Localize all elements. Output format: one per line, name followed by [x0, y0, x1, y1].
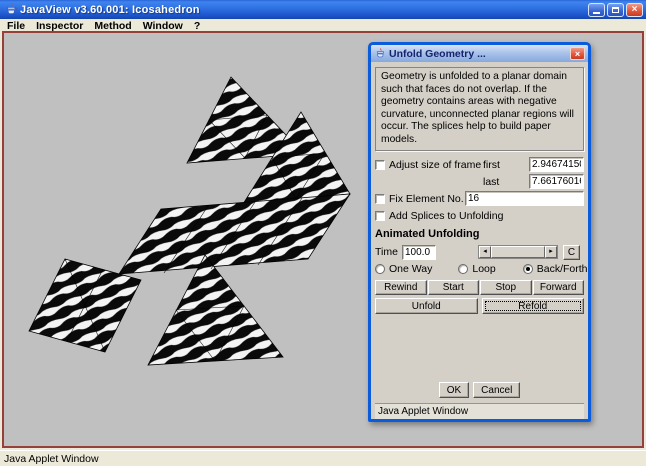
time-reset-button[interactable]: C [563, 245, 580, 260]
java-cup-icon [5, 3, 18, 16]
adjust-frame-row: Adjust size of frame first [375, 156, 584, 173]
dialog-title: Unfold Geometry ... [389, 48, 570, 60]
adjust-size-label: Adjust size of frame [389, 159, 481, 171]
first-label: first [483, 159, 529, 171]
javaview-window: JavaView v3.60.001: Icosahedron × File I… [0, 0, 646, 466]
fix-element-checkbox[interactable] [375, 194, 385, 204]
loop-label: Loop [472, 263, 495, 275]
java-applet-icon [375, 48, 386, 59]
add-splices-label: Add Splices to Unfolding [389, 210, 503, 222]
dialog-status-bar: Java Applet Window [375, 404, 584, 419]
one-way-radio[interactable] [375, 264, 385, 274]
window-status-bar: Java Applet Window [0, 450, 646, 466]
last-row: last [375, 173, 584, 190]
forward-button[interactable]: Forward [533, 280, 585, 295]
time-field[interactable] [402, 245, 436, 260]
window-title: JavaView v3.60.001: Icosahedron [20, 4, 588, 16]
mode-back-forth[interactable]: Back/Forth [523, 263, 588, 275]
time-row: Time ◂ ▸ C [375, 243, 584, 261]
restore-icon[interactable] [607, 3, 624, 17]
rewind-button[interactable]: Rewind [375, 280, 427, 295]
loop-radio[interactable] [458, 264, 468, 274]
fix-element-label: Fix Element No. [389, 193, 464, 205]
unfold-button[interactable]: Unfold [375, 298, 478, 314]
window-status-text: Java Applet Window [4, 453, 99, 465]
net-face-middle-band [119, 194, 350, 274]
ok-button[interactable]: OK [439, 382, 469, 398]
time-label: Time [375, 246, 402, 258]
fold-buttons: Unfold Refold [375, 298, 584, 314]
last-label: last [483, 176, 529, 188]
close-icon[interactable]: × [626, 3, 643, 17]
splices-row: Add Splices to Unfolding [375, 207, 584, 224]
description-panel: Geometry is unfolded to a planar domain … [375, 67, 584, 151]
first-field[interactable] [529, 157, 584, 172]
back-forth-label: Back/Forth [537, 263, 588, 275]
cancel-button[interactable]: Cancel [473, 382, 520, 398]
refold-button[interactable]: Refold [482, 298, 585, 314]
back-forth-radio[interactable] [523, 264, 533, 274]
mode-one-way[interactable]: One Way [375, 263, 432, 275]
animation-mode-row: One Way Loop Back/Forth [375, 261, 584, 277]
animated-unfolding-header: Animated Unfolding [375, 228, 584, 240]
start-button[interactable]: Start [428, 280, 480, 295]
fix-element-field[interactable] [465, 191, 584, 206]
one-way-label: One Way [389, 263, 432, 275]
last-field[interactable] [529, 174, 584, 189]
dialog-close-icon[interactable]: × [570, 47, 585, 60]
time-scrollbar-thumb[interactable] [491, 246, 545, 258]
mode-loop[interactable]: Loop [458, 263, 495, 275]
adjust-size-checkbox[interactable] [375, 160, 385, 170]
scroll-right-arrow-icon[interactable]: ▸ [545, 246, 557, 258]
dialog-titlebar[interactable]: Unfold Geometry ... × [371, 45, 588, 62]
dialog-actions: OK Cancel [375, 382, 584, 398]
time-scrollbar[interactable]: ◂ ▸ [478, 245, 558, 259]
window-titlebar: JavaView v3.60.001: Icosahedron × [0, 0, 646, 19]
unfold-geometry-dialog: Unfold Geometry ... × Geometry is unfold… [368, 42, 591, 422]
scroll-left-arrow-icon[interactable]: ◂ [479, 246, 491, 258]
net-face-bottom-triangle [148, 255, 283, 365]
transport-buttons: Rewind Start Stop Forward [375, 280, 584, 295]
fix-element-row: Fix Element No. [375, 190, 584, 207]
stop-button[interactable]: Stop [480, 280, 532, 295]
minimize-icon[interactable] [588, 3, 605, 17]
add-splices-checkbox[interactable] [375, 211, 385, 221]
dialog-body: Geometry is unfolded to a planar domain … [371, 62, 588, 419]
